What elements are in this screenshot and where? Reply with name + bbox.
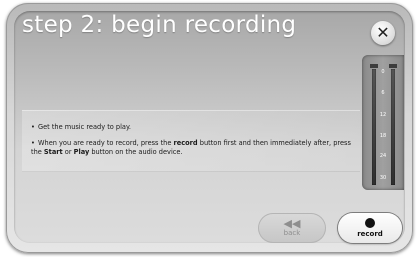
rewind-icon: ◀◀ — [283, 217, 301, 230]
instruction-bold-start: Start — [43, 148, 63, 156]
instruction-text-2d: button on the audio device. — [89, 148, 183, 156]
record-button-label: record — [357, 229, 383, 238]
meter-tick: 24 — [379, 153, 387, 159]
instruction-text-1: Get the music ready to play. — [38, 123, 132, 131]
close-button[interactable]: ✕ — [371, 21, 395, 45]
instruction-bold-record: record — [173, 139, 198, 147]
bullet-icon: • — [31, 123, 35, 131]
meter-cap-right — [389, 64, 397, 68]
bullet-icon: • — [31, 139, 35, 147]
meter-bar-left — [372, 69, 376, 185]
dialog-title: step 2: begin recording — [22, 12, 297, 38]
instruction-item-1: • Get the music ready to play. — [31, 123, 351, 132]
instruction-text-2a: When you are ready to record, press the — [38, 139, 174, 147]
meter-tick: 6 — [381, 90, 385, 96]
meter-tick: 30 — [379, 175, 387, 181]
meter-tick: 0 — [381, 69, 385, 75]
instruction-bold-play: Play — [73, 148, 90, 156]
meter-cap-left — [370, 64, 378, 68]
back-button[interactable]: ◀◀ back — [258, 213, 326, 243]
record-button[interactable]: record — [338, 213, 402, 243]
meter-tick: 12 — [379, 112, 387, 118]
meter-bar-right — [391, 69, 395, 185]
record-dot-icon — [365, 217, 375, 228]
close-icon: ✕ — [376, 23, 390, 42]
back-button-label: back — [283, 229, 301, 237]
level-meter: 0 6 12 18 24 30 — [362, 55, 404, 190]
instruction-text-2c: or — [62, 148, 74, 156]
instruction-item-2: • When you are ready to record, press the… — [31, 139, 351, 157]
meter-tick: 18 — [379, 133, 387, 139]
